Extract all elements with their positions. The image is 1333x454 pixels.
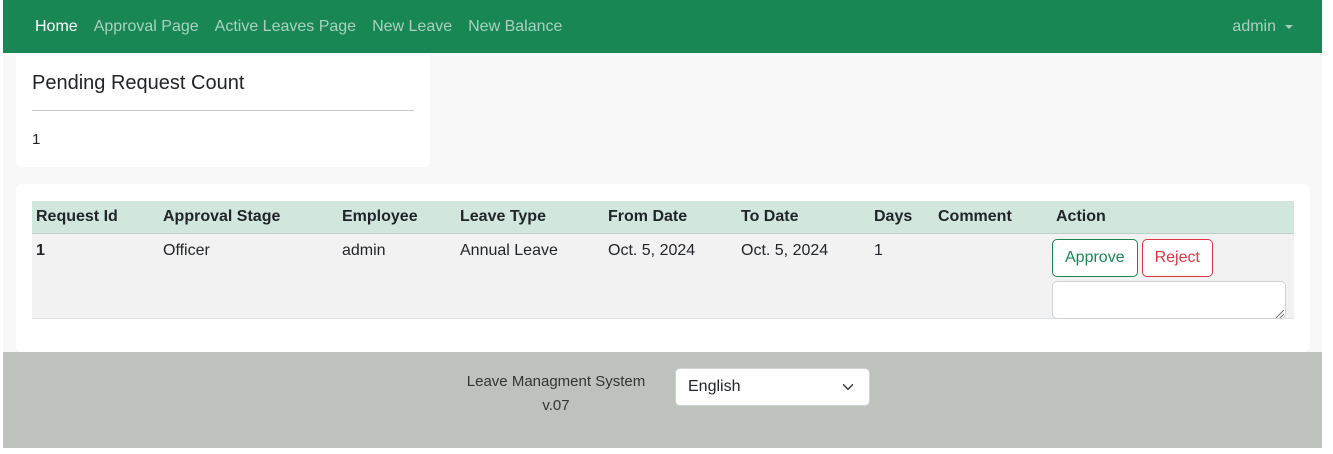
approval-comment-textarea[interactable] (1052, 281, 1286, 319)
cell-leave-type: Annual Leave (456, 233, 604, 319)
cell-from-date: Oct. 5, 2024 (604, 233, 737, 319)
nav-links: Home Approval Page Active Leaves Page Ne… (3, 18, 578, 36)
cell-approval-stage: Officer (159, 233, 338, 319)
cell-days: 1 (870, 233, 934, 319)
system-version: v.07 (542, 397, 570, 414)
page-footer: Leave Managment System v.07 English (3, 352, 1322, 448)
caret-down-icon (1285, 24, 1293, 29)
system-name: Leave Managment System (466, 373, 646, 390)
pending-request-count: 1 (32, 131, 41, 148)
pending-request-card: Pending Request Count 1 (16, 53, 430, 167)
cell-action: Approve Reject (1052, 233, 1294, 319)
nav-link-new-balance[interactable]: New Balance (468, 18, 562, 36)
table-header-row: Request Id Approval Stage Employee Leave… (32, 201, 1294, 234)
cell-comment (934, 233, 1052, 319)
reject-button[interactable]: Reject (1141, 239, 1213, 277)
top-navbar: Home Approval Page Active Leaves Page Ne… (3, 0, 1322, 53)
chevron-down-icon (842, 384, 854, 390)
column-header-days: Days (870, 201, 934, 234)
resize-grip-icon[interactable] (1276, 310, 1284, 318)
language-selected: English (688, 378, 741, 395)
column-header-action: Action (1052, 201, 1294, 234)
app-frame: Home Approval Page Active Leaves Page Ne… (3, 0, 1322, 448)
action-group: Approve Reject (1052, 239, 1290, 319)
pending-request-title: Pending Request Count (32, 72, 245, 94)
cell-to-date: Oct. 5, 2024 (737, 233, 870, 319)
column-header-leave-type: Leave Type (456, 201, 604, 234)
cell-employee: admin (338, 233, 456, 319)
approve-button[interactable]: Approve (1052, 239, 1138, 277)
nav-link-new-leave[interactable]: New Leave (372, 18, 452, 36)
user-name: admin (1232, 17, 1276, 35)
nav-link-active-leaves-page[interactable]: Active Leaves Page (215, 18, 356, 36)
action-buttons: Approve Reject (1052, 239, 1213, 277)
cell-request-id: 1 (32, 233, 159, 319)
language-select[interactable]: English (675, 368, 870, 406)
column-header-request-id: Request Id (32, 201, 159, 234)
column-header-comment: Comment (934, 201, 1052, 234)
column-header-approval-stage: Approval Stage (159, 201, 338, 234)
column-header-from-date: From Date (604, 201, 737, 234)
card-divider (32, 110, 414, 111)
footer-info: Leave Managment System v.07 (446, 370, 666, 418)
nav-link-home[interactable]: Home (35, 18, 78, 36)
table-row: 1 Officer admin Annual Leave Oct. 5, 202… (32, 233, 1294, 319)
column-header-to-date: To Date (737, 201, 870, 234)
column-header-employee: Employee (338, 201, 456, 234)
nav-link-approval-page[interactable]: Approval Page (94, 18, 199, 36)
requests-table-card: Request Id Approval Stage Employee Leave… (16, 184, 1310, 352)
requests-table: Request Id Approval Stage Employee Leave… (32, 201, 1294, 319)
user-menu-toggle[interactable]: admin (1232, 0, 1293, 53)
